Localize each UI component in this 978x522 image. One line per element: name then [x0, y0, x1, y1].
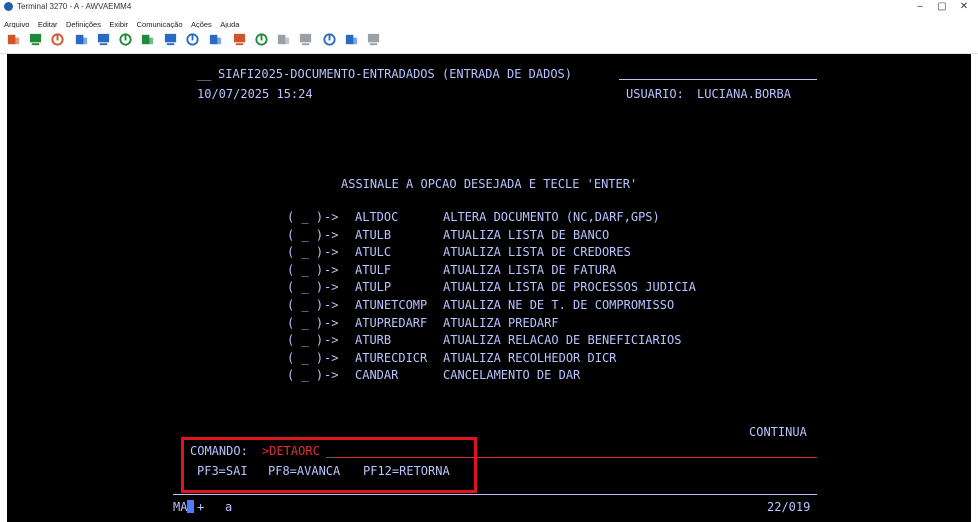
option-description-1: ALTERA DOCUMENTO (NC,DARF,GPS)	[443, 210, 660, 224]
option-description-4: ATUALIZA LISTA DE FATURA	[443, 263, 617, 277]
window-title: Terminal 3270 - A - AWVAEMM4	[17, 2, 132, 11]
annotation-box	[181, 437, 477, 493]
pause-icon[interactable]	[298, 32, 313, 47]
option-select-7[interactable]: ( _ )	[287, 316, 323, 330]
connect-icon[interactable]	[6, 32, 21, 47]
paste-icon[interactable]	[140, 32, 155, 47]
screen-title: SIAFI2025-DOCUMENTO-ENTRADADOS (ENTRADA …	[218, 67, 573, 81]
title-bar: Terminal 3270 - A - AWVAEMM4 – ▢ ✕	[0, 0, 978, 14]
option-arrow-3: ->	[324, 245, 339, 259]
option-arrow-2: ->	[324, 228, 339, 242]
settings-icon[interactable]	[366, 32, 381, 47]
stop-icon[interactable]	[276, 32, 291, 47]
option-code-2: ATULB	[355, 228, 392, 242]
option-arrow-5: ->	[324, 280, 339, 294]
option-code-7: ATUPREDARF	[355, 316, 428, 330]
option-code-10: CANDAR	[355, 368, 399, 382]
option-arrow-4: ->	[324, 263, 339, 277]
print-icon[interactable]	[163, 32, 178, 47]
menu-bar: Arquivo Editar Definições Exibir Comunic…	[0, 14, 978, 29]
exit-icon[interactable]	[50, 32, 65, 47]
cursor-block	[187, 500, 195, 513]
option-code-1: ALTDOC	[355, 210, 399, 224]
option-select-10[interactable]: ( _ )	[287, 368, 323, 382]
upload-icon[interactable]	[344, 32, 359, 47]
status-bar: MA	[173, 500, 195, 514]
keyboard-icon[interactable]	[185, 32, 200, 47]
disconnect-icon[interactable]	[28, 32, 43, 47]
app-icon	[4, 2, 13, 11]
screen-datetime: 10/07/2025 15:24	[197, 87, 313, 101]
header-underline	[619, 79, 817, 80]
link-icon[interactable]	[322, 32, 337, 47]
option-description-9: ATUALIZA RECOLHEDOR DICR	[443, 351, 617, 365]
option-arrow-7: ->	[324, 316, 339, 330]
option-arrow-8: ->	[324, 333, 339, 347]
option-code-3: ATULC	[355, 245, 392, 259]
cursor-position: 22/019	[767, 500, 811, 514]
status-indicator: +	[197, 500, 205, 514]
option-description-10: CANCELAMENTO DE DAR	[443, 368, 581, 382]
user-label: USUARIO:	[626, 87, 684, 101]
option-arrow-9: ->	[324, 351, 339, 365]
option-select-1[interactable]: ( _ )	[287, 210, 323, 224]
instruction-text: ASSINALE A OPCAO DESEJADA E TECLE 'ENTER…	[341, 177, 638, 191]
status-separator	[173, 494, 817, 495]
user-name: LUCIANA.BORBA	[697, 87, 791, 101]
option-description-8: ATUALIZA RELACAO DE BENEFICIARIOS	[443, 333, 682, 347]
option-arrow-6: ->	[324, 298, 339, 312]
option-select-9[interactable]: ( _ )	[287, 351, 323, 365]
option-description-5: ATUALIZA LISTA DE PROCESSOS JUDICIA	[443, 280, 696, 294]
screen-header-prefix: __	[197, 67, 212, 81]
record-icon[interactable]	[232, 32, 247, 47]
option-code-8: ATURB	[355, 333, 392, 347]
option-arrow-10: ->	[324, 368, 339, 382]
option-select-4[interactable]: ( _ )	[287, 263, 323, 277]
option-select-5[interactable]: ( _ )	[287, 280, 323, 294]
close-button[interactable]: ✕	[950, 0, 978, 14]
option-code-9: ATURECDICR	[355, 351, 428, 365]
option-arrow-1: ->	[324, 210, 339, 224]
status-mode: MA	[173, 500, 188, 514]
receive-icon[interactable]	[96, 32, 111, 47]
terminal-screen[interactable]: __ SIAFI2025-DOCUMENTO-ENTRADADOS (ENTRA…	[7, 54, 971, 522]
option-description-2: ATUALIZA LISTA DE BANCO	[443, 228, 610, 242]
option-description-6: ATUALIZA NE DE T. DE COMPROMISSO	[443, 298, 675, 312]
option-select-6[interactable]: ( _ )	[287, 298, 323, 312]
copy-icon[interactable]	[118, 32, 133, 47]
option-code-5: ATULP	[355, 280, 392, 294]
play-icon[interactable]	[254, 32, 269, 47]
option-select-3[interactable]: ( _ )	[287, 245, 323, 259]
toolbar	[0, 28, 978, 54]
option-code-6: ATUNETCOMP	[355, 298, 428, 312]
option-description-7: ATUALIZA PREDARF	[443, 316, 559, 330]
option-select-8[interactable]: ( _ )	[287, 333, 323, 347]
option-description-3: ATUALIZA LISTA DE CREDORES	[443, 245, 631, 259]
option-code-4: ATULF	[355, 263, 392, 277]
send-icon[interactable]	[74, 32, 89, 47]
continua-label: CONTINUA	[749, 425, 807, 439]
status-field: a	[225, 500, 233, 514]
macro-icon[interactable]	[208, 32, 223, 47]
option-select-2[interactable]: ( _ )	[287, 228, 323, 242]
